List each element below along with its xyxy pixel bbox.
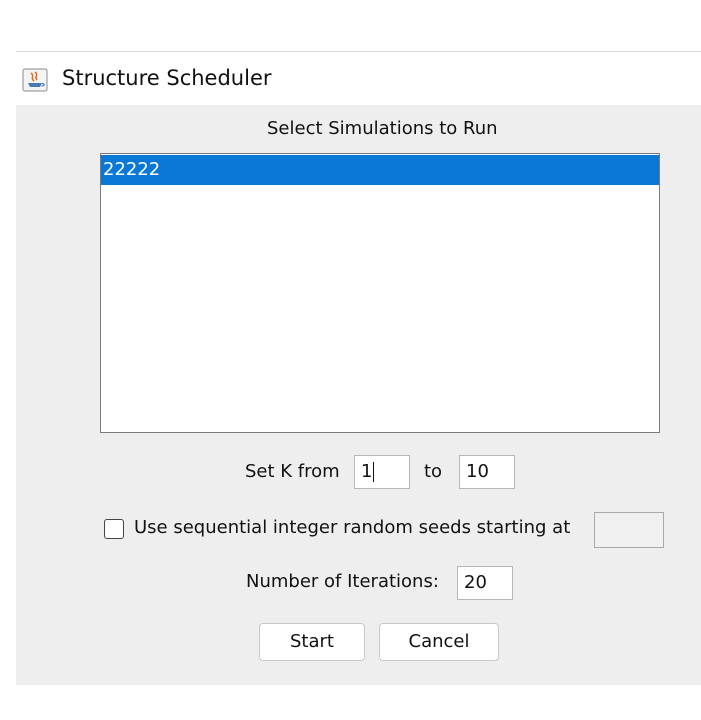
- screen: Structure Scheduler Select Simulations t…: [0, 0, 701, 720]
- iterations-value: 20: [464, 572, 487, 593]
- k-from-value: 1: [361, 461, 373, 482]
- iterations-label: Number of Iterations:: [246, 571, 439, 592]
- k-to-field[interactable]: 10: [459, 455, 515, 489]
- cancel-button[interactable]: Cancel: [379, 623, 499, 661]
- window-title: Structure Scheduler: [62, 66, 272, 90]
- text-caret: [373, 462, 375, 482]
- java-app-icon: [22, 68, 48, 92]
- simulation-list-item[interactable]: 22222: [101, 155, 659, 185]
- random-seeds-label[interactable]: Use sequential integer random seeds star…: [134, 517, 570, 538]
- iterations-field[interactable]: 20: [457, 566, 513, 600]
- list-heading: Select Simulations to Run: [267, 118, 498, 139]
- k-from-label: Set K from: [245, 461, 340, 482]
- k-to-label: to: [424, 461, 443, 482]
- random-seed-start-field[interactable]: [594, 512, 664, 548]
- window-titlebar[interactable]: Structure Scheduler: [16, 51, 701, 106]
- start-button[interactable]: Start: [259, 623, 365, 661]
- random-seeds-checkbox[interactable]: [104, 519, 124, 539]
- simulation-list[interactable]: 22222: [100, 153, 660, 433]
- background-window-title-fragment: [230, 40, 410, 46]
- k-from-field[interactable]: 1: [354, 455, 410, 489]
- k-to-value: 10: [466, 461, 489, 482]
- dialog-body: Select Simulations to Run 22222 Set K fr…: [16, 105, 701, 685]
